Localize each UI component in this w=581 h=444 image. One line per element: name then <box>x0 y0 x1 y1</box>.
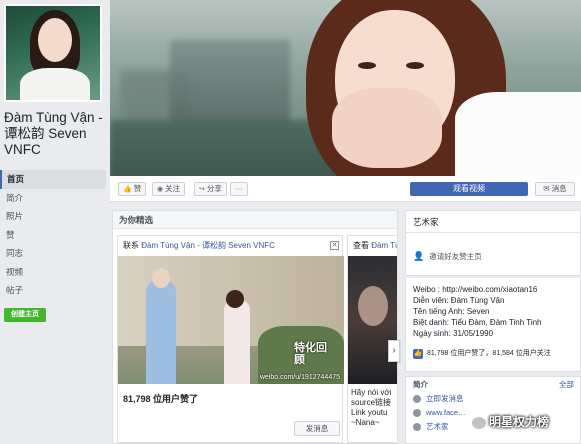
intro-title: 简介 <box>413 380 428 389</box>
about-line: Ngày sinh: 31/05/1990 <box>413 329 494 338</box>
image-man <box>146 280 176 384</box>
profile-picture[interactable] <box>4 4 102 102</box>
about-text: Weibo : http://weibo.com/xiaotan16 Diễn … <box>413 284 542 339</box>
card-image[interactable]: 特化回顾 weibo.com/u/1912744475 <box>118 256 344 384</box>
caption-line: source链接 <box>351 398 392 407</box>
tag-icon <box>413 423 421 432</box>
card-likes-count: 81,798 位用户赞了 <box>123 394 199 404</box>
avatar-face <box>38 18 72 62</box>
see-all-link[interactable]: 全部 <box>559 377 574 392</box>
carousel-next-icon[interactable]: › <box>388 340 400 362</box>
likes-follows-summary: 👍 81,798 位用户赞了，81,584 位用户关注 <box>413 349 551 359</box>
message-button[interactable]: ✉ 消息 <box>535 182 575 196</box>
messenger-icon <box>413 395 421 404</box>
caption-line: ~Nana~ <box>351 418 380 427</box>
card-header: 查看 Đàm Tùn <box>348 236 397 256</box>
messenger-icon: ✉ <box>543 184 550 193</box>
cover-building <box>170 40 290 130</box>
more-button[interactable]: ··· <box>230 182 248 196</box>
user-plus-icon: 👤 <box>413 251 425 261</box>
cover-eye <box>358 62 376 69</box>
card-prefix: 联系 <box>123 241 139 250</box>
card-page-link[interactable]: Đàm Tùng Vận - 谭松韵 Seven VNFC <box>141 241 275 250</box>
caption-line: Hãy nói với <box>351 388 392 397</box>
nav-item-home[interactable]: 首页 <box>0 170 106 189</box>
image-girl-head <box>226 290 244 308</box>
wechat-watermark: 明星权力榜 <box>472 414 549 430</box>
like-button[interactable]: 👍 赞 <box>118 182 147 196</box>
image-overlay-text: 特化回顾 <box>294 342 327 366</box>
video-caption: Hãy nói với source链接 Link youtu ~Nana~ <box>351 388 397 428</box>
intro-box: 简介 全部 立即发消息 www.face… 艺术家 <box>405 376 581 444</box>
cover-shirt <box>455 92 581 176</box>
intro-row-message[interactable]: 立即发消息 <box>406 392 580 406</box>
card-header: 联系 Đàm Tùng Vận - 谭松韵 Seven VNFC <box>118 236 342 256</box>
about-line: Biệt danh: Tiểu Đàm, Đàm Tinh Tinh <box>413 318 542 327</box>
caption-line: Link youtu <box>351 408 388 417</box>
cover-eye <box>406 62 424 69</box>
page-nav: 首页 简介 照片 赞 同志 视频 帖子 <box>0 170 106 300</box>
send-message-button[interactable]: 发消息 <box>294 421 340 436</box>
share-icon: ↪ <box>199 186 205 193</box>
image-man-head <box>152 268 170 288</box>
featured-title: 为你精选 <box>113 211 397 229</box>
thumbnail-face <box>358 286 388 326</box>
thumbs-up-icon: 👍 <box>413 349 423 359</box>
page-action-bar: 👍 赞 ◉ 关注 ↪ 分享 ··· 观看视频 ✉ 消息 <box>110 176 581 202</box>
about-line: Diễn viên: Đàm Tùng Vận <box>413 296 505 305</box>
share-button[interactable]: ↪ 分享 <box>194 182 227 196</box>
thumbs-up-icon: 👍 <box>123 186 132 193</box>
watch-video-button[interactable]: 观看视频 <box>410 182 528 196</box>
invite-friends-link[interactable]: 👤 邀请好友赞主页 <box>413 251 482 262</box>
nav-item-about[interactable]: 简介 <box>0 189 106 208</box>
create-page-button[interactable]: 创建主页 <box>4 308 46 322</box>
about-line: Weibo : http://weibo.com/xiaotan16 <box>413 285 538 294</box>
nav-item-videos[interactable]: 视频 <box>0 263 106 282</box>
about-box: Weibo : http://weibo.com/xiaotan16 Diễn … <box>405 278 581 372</box>
featured-box: 为你精选 联系 Đàm Tùng Vận - 谭松韵 Seven VNFC ✕ … <box>112 210 398 444</box>
cover-photo[interactable] <box>110 0 581 176</box>
rss-icon: ◉ <box>157 186 164 193</box>
video-card[interactable]: 查看 Đàm Tùn Hãy nói với source链接 Link you… <box>347 235 397 443</box>
wechat-icon <box>472 416 486 429</box>
video-thumbnail[interactable] <box>348 256 397 384</box>
page-title: Đàm Tùng Vận - 谭松韵 Seven VNFC <box>4 110 103 157</box>
avatar-body <box>20 68 90 100</box>
left-column: Đàm Tùng Vận - 谭松韵 Seven VNFC 首页 简介 照片 赞… <box>0 0 108 444</box>
nav-item-photos[interactable]: 照片 <box>0 207 106 226</box>
nav-item-posts[interactable]: 帖子 <box>0 281 106 300</box>
image-watermark: weibo.com/u/1912744475 <box>259 374 340 381</box>
intro-header: 简介 全部 <box>406 377 580 392</box>
nav-item-likes[interactable]: 赞 <box>0 226 106 245</box>
suggested-page-card[interactable]: 联系 Đàm Tùng Vận - 谭松韵 Seven VNFC ✕ 特化回顾 … <box>117 235 344 443</box>
about-line: Tên tiếng Anh: Seven <box>413 307 490 316</box>
close-icon[interactable]: ✕ <box>330 241 339 250</box>
globe-icon <box>413 409 421 418</box>
cover-hand <box>332 88 442 168</box>
image-girl <box>224 300 250 384</box>
follow-button[interactable]: ◉ 关注 <box>152 182 186 196</box>
page-category[interactable]: 艺术家 <box>406 211 580 233</box>
card-page-link[interactable]: Đàm Tùn <box>371 241 397 250</box>
nav-item-community[interactable]: 同志 <box>0 244 106 263</box>
card-prefix: 查看 <box>353 241 369 250</box>
category-box: 艺术家 👤 邀请好友赞主页 <box>405 210 581 276</box>
